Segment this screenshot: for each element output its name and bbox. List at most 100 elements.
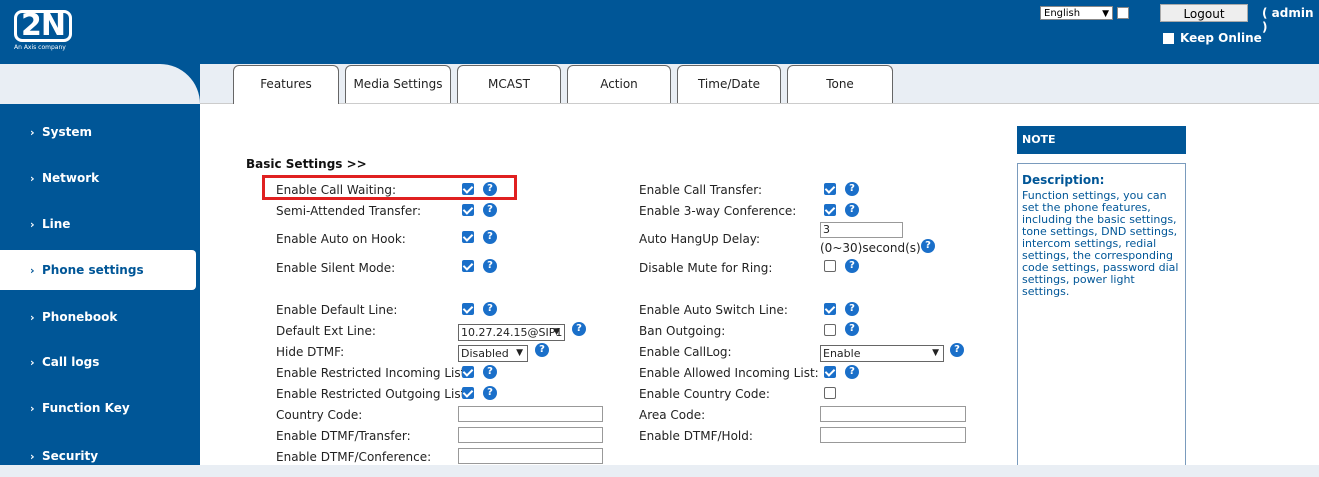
help-icon[interactable]: ? <box>483 386 497 400</box>
help-icon[interactable]: ? <box>535 343 549 357</box>
semi-attended-checkbox[interactable] <box>462 204 474 216</box>
keep-online-label: Keep Online <box>1180 31 1262 45</box>
call-transfer-checkbox[interactable] <box>824 183 836 195</box>
hide-dtmf-select[interactable]: Disabled ▼ <box>458 345 528 362</box>
default-ext-line-value: 10.27.24.15@SIP1 <box>461 326 563 339</box>
call-transfer-label: Enable Call Transfer: <box>639 183 762 197</box>
chevron-right-icon: › <box>30 450 35 463</box>
note-title: Description: <box>1022 173 1105 187</box>
semi-attended-label: Semi-Attended Transfer: <box>276 204 422 218</box>
tab-media-settings[interactable]: Media Settings <box>345 65 451 103</box>
auto-on-hook-label: Enable Auto on Hook: <box>276 232 406 246</box>
help-icon[interactable]: ? <box>483 302 497 316</box>
auto-hangup-label: Auto HangUp Delay: <box>639 232 761 246</box>
sidebar-item-label: Security <box>42 449 99 463</box>
auto-switch-label: Enable Auto Switch Line: <box>639 303 788 317</box>
logout-button[interactable]: Logout <box>1160 4 1248 22</box>
hide-dtmf-value: Disabled <box>461 347 509 360</box>
restricted-incoming-label: Enable Restricted Incoming List: <box>276 366 470 380</box>
restricted-incoming-checkbox[interactable] <box>462 366 474 378</box>
help-icon[interactable]: ? <box>845 322 859 336</box>
tab-action[interactable]: Action <box>567 65 671 103</box>
tab-mcast[interactable]: MCAST <box>457 65 561 103</box>
section-title: Basic Settings >> <box>246 157 367 171</box>
calllog-select[interactable]: Enable ▼ <box>820 345 944 362</box>
highlight-box <box>262 175 517 200</box>
help-icon[interactable]: ? <box>845 259 859 273</box>
help-icon[interactable]: ? <box>921 239 935 253</box>
default-line-checkbox[interactable] <box>462 303 474 315</box>
sidebar-item-call-logs[interactable]: › Call logs <box>0 342 200 382</box>
ban-outgoing-checkbox[interactable] <box>824 324 836 336</box>
silent-mode-label: Enable Silent Mode: <box>276 261 396 275</box>
language-value: English <box>1044 8 1081 19</box>
sidebar-item-label: System <box>42 125 92 139</box>
sidebar-item-label: Call logs <box>42 355 100 369</box>
help-icon[interactable]: ? <box>845 365 859 379</box>
chevron-right-icon: › <box>30 172 35 185</box>
tab-time-date[interactable]: Time/Date <box>677 65 781 103</box>
sidebar-item-label: Phonebook <box>42 310 118 324</box>
chevron-down-icon: ▼ <box>932 348 939 358</box>
help-icon[interactable]: ? <box>845 302 859 316</box>
country-code-input[interactable] <box>458 406 603 422</box>
dtmf-conference-label: Enable DTMF/Conference: <box>276 450 432 464</box>
auto-on-hook-checkbox[interactable] <box>462 231 474 243</box>
help-icon[interactable]: ? <box>572 322 586 336</box>
sidebar-item-label: Phone settings <box>42 263 144 277</box>
dtmf-transfer-label: Enable DTMF/Transfer: <box>276 429 411 443</box>
mute-ring-checkbox[interactable] <box>824 260 836 272</box>
country-code-enable-checkbox[interactable] <box>824 387 836 399</box>
default-line-label: Enable Default Line: <box>276 303 398 317</box>
auto-hangup-input[interactable]: 3 <box>820 222 903 238</box>
help-icon[interactable]: ? <box>483 259 497 273</box>
sidebar-item-network[interactable]: › Network <box>0 158 200 198</box>
sidebar-item-line[interactable]: › Line <box>0 204 200 244</box>
chevron-right-icon: › <box>30 264 35 277</box>
auto-hangup-hint: (0~30)second(s) <box>820 241 921 255</box>
chevron-down-icon: ▼ <box>516 348 523 358</box>
hide-dtmf-label: Hide DTMF: <box>276 345 345 359</box>
ban-outgoing-label: Ban Outgoing: <box>639 324 726 338</box>
area-code-input[interactable] <box>820 406 966 422</box>
allowed-incoming-checkbox[interactable] <box>824 366 836 378</box>
help-icon[interactable]: ? <box>483 365 497 379</box>
sidebar-item-system[interactable]: › System <box>0 112 200 152</box>
help-icon[interactable]: ? <box>483 230 497 244</box>
chevron-right-icon: › <box>30 126 35 139</box>
country-code-label: Country Code: <box>276 408 363 422</box>
calllog-label: Enable CallLog: <box>639 345 732 359</box>
logo-subtitle: An Axis company <box>14 44 66 51</box>
three-way-checkbox[interactable] <box>824 204 836 216</box>
dtmf-hold-input[interactable] <box>820 427 966 443</box>
chevron-right-icon: › <box>30 311 35 324</box>
chevron-down-icon: ▼ <box>553 327 560 337</box>
dtmf-conference-input[interactable] <box>458 448 603 464</box>
three-way-label: Enable 3-way Conference: <box>639 204 797 218</box>
sidebar-item-phone-settings[interactable]: › Phone settings <box>0 250 196 290</box>
tab-tone[interactable]: Tone <box>787 65 893 103</box>
sidebar-item-label: Network <box>42 171 100 185</box>
restricted-outgoing-checkbox[interactable] <box>462 387 474 399</box>
area-code-label: Area Code: <box>639 408 706 422</box>
auto-switch-checkbox[interactable] <box>824 303 836 315</box>
sidebar-item-security[interactable]: › Security <box>0 436 200 476</box>
dtmf-transfer-input[interactable] <box>458 427 603 443</box>
help-icon[interactable]: ? <box>483 203 497 217</box>
chevron-right-icon: › <box>30 402 35 415</box>
default-ext-line-select[interactable]: 10.27.24.15@SIP1 ▼ <box>458 324 565 341</box>
help-icon[interactable]: ? <box>950 343 964 357</box>
language-select[interactable]: English ▼ <box>1040 6 1113 20</box>
keep-online-checkbox[interactable] <box>1163 33 1174 44</box>
help-icon[interactable]: ? <box>845 203 859 217</box>
logo-mark: 2N <box>14 10 72 42</box>
silent-mode-checkbox[interactable] <box>462 260 474 272</box>
tab-features[interactable]: Features <box>233 65 339 104</box>
top-checkbox[interactable] <box>1117 7 1129 19</box>
chevron-down-icon: ▼ <box>1102 9 1109 19</box>
help-icon[interactable]: ? <box>845 182 859 196</box>
sidebar-item-phonebook[interactable]: › Phonebook <box>0 297 200 337</box>
sidebar-item-function-key[interactable]: › Function Key <box>0 388 200 428</box>
tab-divider <box>200 103 1319 104</box>
calllog-value: Enable <box>823 347 861 360</box>
